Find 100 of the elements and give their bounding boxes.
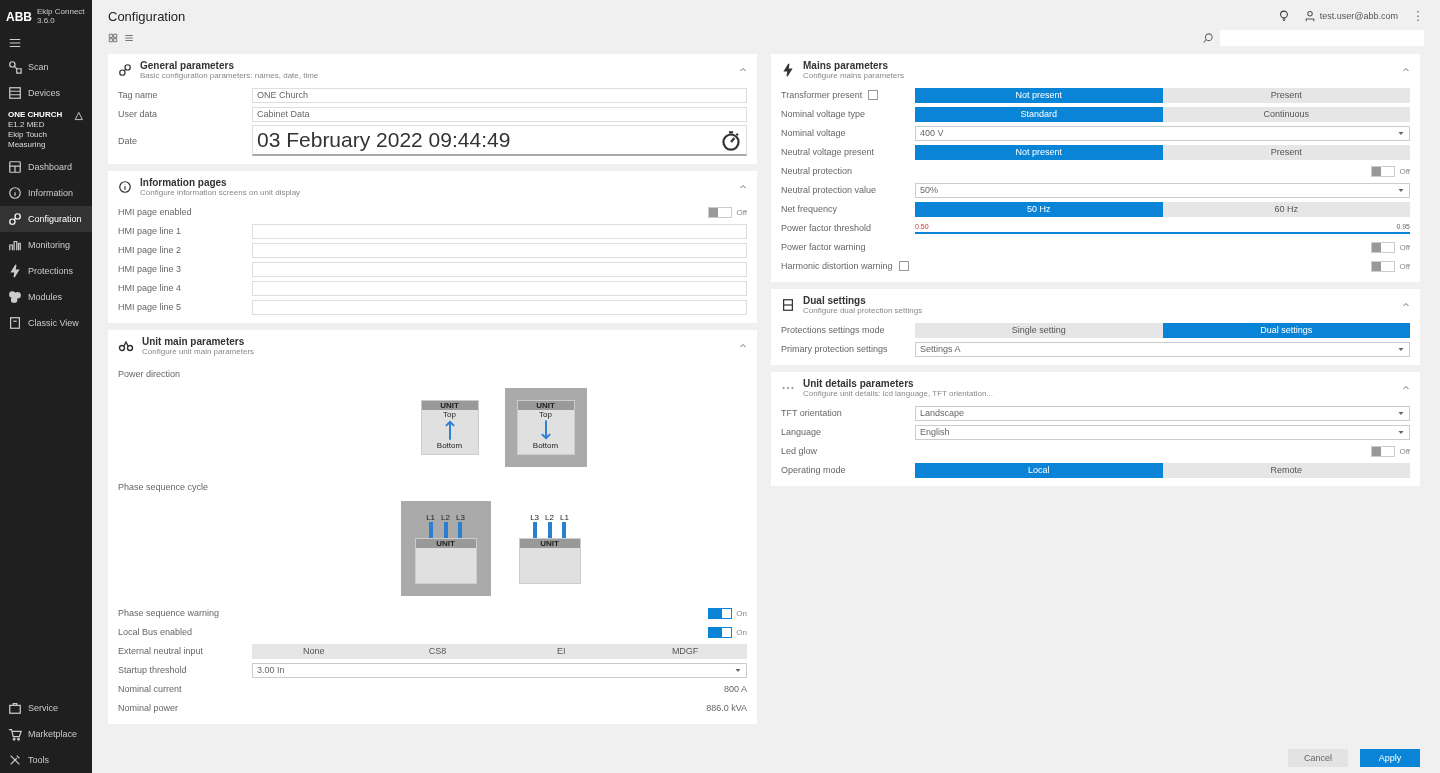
field-label: External neutral input [118, 646, 204, 656]
field-label: HMI page line 5 [118, 302, 182, 312]
field-label: Neutral voltage present [781, 147, 875, 157]
user-icon [1303, 10, 1316, 22]
dropdown[interactable]: 400 V [915, 125, 1410, 141]
sidebar-item[interactable]: Modules [0, 283, 92, 310]
input-field[interactable]: ONE Church [252, 87, 747, 103]
segment-option[interactable]: Standard [915, 106, 1163, 122]
date-field[interactable]: 03 February 2022 09:44:49 [252, 125, 747, 156]
field-label: HMI page line 1 [118, 226, 182, 236]
dropdown[interactable]: 50% [915, 182, 1410, 198]
toolbox-icon [8, 701, 22, 715]
panel-title: Unit details parameters [803, 378, 915, 389]
cancel-button[interactable]: Cancel [1288, 749, 1348, 767]
sidebar-item[interactable]: Classic View [0, 309, 92, 336]
field-label: HMI page line 4 [118, 283, 182, 293]
phase-label: L2 [441, 513, 450, 522]
phase-bar-icon [547, 522, 552, 538]
segment-option[interactable]: Not present [915, 87, 1163, 103]
toggle-switch[interactable] [1371, 445, 1396, 457]
toggle-switch[interactable] [1371, 165, 1396, 177]
caret-icon [1397, 186, 1405, 194]
panel-title: Unit main parameters [142, 336, 246, 347]
sidebar-item[interactable]: Configuration [0, 205, 92, 232]
collapse-icon [1402, 384, 1410, 392]
toggle-switch[interactable] [1371, 241, 1396, 253]
field-label: Tag name [118, 90, 158, 100]
caret-icon [1397, 409, 1405, 417]
segment-option[interactable]: Not present [915, 144, 1163, 160]
field-label: Language [781, 427, 822, 437]
dropdown[interactable]: English [915, 424, 1410, 440]
dropdown[interactable]: Landscape [915, 405, 1410, 421]
input-field[interactable] [252, 261, 747, 277]
list-view-icon [124, 33, 134, 43]
panel-title: Information pages [140, 177, 228, 188]
toggle-switch[interactable] [708, 607, 733, 619]
phase-label: L3 [530, 513, 540, 522]
dropdown[interactable]: 3.00 In [252, 662, 747, 678]
stopwatch-icon [720, 129, 742, 151]
power-direction-option[interactable]: UNIT Top Bottom [504, 388, 587, 467]
field-label: Date [118, 135, 137, 146]
input-field[interactable] [252, 280, 747, 296]
sidebar-item[interactable]: Information [0, 179, 92, 206]
device-info: E1.2 MED [8, 119, 46, 130]
input-field[interactable] [252, 242, 747, 258]
field-label: Led glow [781, 446, 818, 456]
sidebar-item[interactable]: Scan [0, 53, 92, 80]
sidebar-item[interactable]: Monitoring [0, 231, 92, 258]
checkbox[interactable] [868, 90, 879, 100]
field-label: Protections settings mode [781, 325, 885, 335]
phase-label: L2 [545, 513, 554, 522]
field-label: Transformer present [781, 90, 863, 100]
panel-subtitle: Configure unit details: lcd language, TFT orientation... [803, 389, 995, 398]
devices-icon [8, 85, 22, 100]
user-name[interactable]: test.user@abb.com [1319, 11, 1398, 21]
app-name: Ekip Connect [37, 8, 85, 17]
toggle-state: Off [1399, 166, 1410, 176]
sidebar-item[interactable]: Service [0, 695, 92, 721]
info-icon [118, 180, 132, 194]
sidebar-item[interactable]: Tools [0, 747, 92, 773]
section-label: Phase sequence cycle [118, 481, 210, 494]
field-label: Nominal current [118, 684, 182, 694]
checkbox[interactable] [898, 261, 909, 271]
segment-option[interactable]: Local [915, 462, 1163, 478]
segment-option[interactable]: Dual settings [1162, 322, 1410, 338]
panel-subtitle: Configure information screens on unit display [140, 188, 302, 197]
power-direction-option[interactable]: UNIT Top Bottom [408, 388, 491, 467]
sidebar-item[interactable]: Protections [0, 257, 92, 284]
toggle-switch[interactable] [708, 206, 733, 218]
tools-icon [8, 753, 22, 767]
phase-label: L1 [559, 513, 569, 522]
field-label: Power factor threshold [781, 223, 872, 233]
field-label: Primary protection settings [781, 344, 888, 354]
phase-label: L3 [455, 513, 465, 522]
toggle-state: Off [1399, 446, 1410, 456]
caret-icon [1397, 129, 1405, 137]
collapse-icon [739, 66, 747, 74]
toggle-switch[interactable] [1371, 260, 1396, 272]
sidebar-item[interactable]: Devices [0, 79, 92, 106]
link-icon [118, 63, 132, 77]
phase-sequence-option[interactable]: L3 L2 L1 UNIT [504, 501, 595, 596]
phase-sequence-option[interactable]: L1 L2 L3 UNIT [400, 501, 491, 596]
field-label: HMI page line 3 [118, 264, 182, 274]
input-field[interactable] [252, 299, 747, 315]
sidebar-item[interactable]: Dashboard [0, 153, 92, 180]
sidebar-item[interactable]: Marketplace [0, 721, 92, 747]
caret-icon [1397, 428, 1405, 436]
apply-button[interactable]: Apply [1360, 749, 1420, 767]
device-info: ONE CHURCH [8, 109, 64, 120]
panel-subtitle: Basic configuration parameters: names, date, time [140, 71, 320, 80]
toggle-switch[interactable] [708, 626, 733, 638]
panel-subtitle: Configure dual protection settings [803, 306, 924, 315]
field-label: Local Bus enabled [118, 627, 193, 637]
segment-option[interactable]: 50 Hz [915, 201, 1163, 217]
document-icon [8, 315, 22, 330]
slider-fill[interactable] [915, 231, 1410, 234]
input-field[interactable] [252, 223, 747, 239]
field-label: Neutral protection [781, 166, 853, 176]
dropdown[interactable]: Settings A [915, 341, 1410, 357]
input-field[interactable]: Cabinet Data [252, 106, 747, 122]
